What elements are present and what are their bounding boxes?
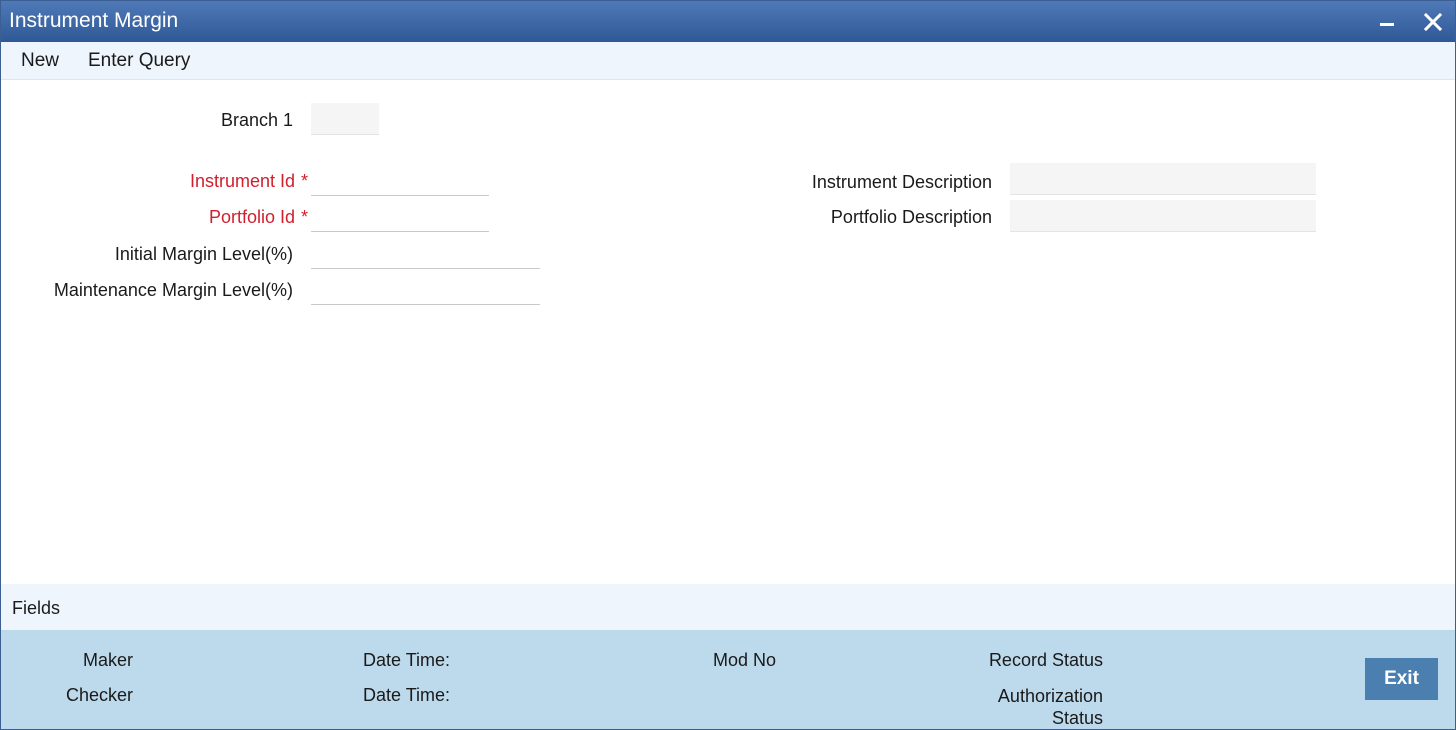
maker-date-time-label: Date Time: bbox=[363, 650, 451, 670]
initial-margin-level-label: Initial Margin Level(%) bbox=[114, 244, 293, 264]
fields-section-title[interactable]: Fields bbox=[12, 598, 60, 619]
portfolio-id-label: Portfolio Id * bbox=[208, 207, 308, 227]
close-icon bbox=[1424, 12, 1442, 31]
portfolio-id-field[interactable] bbox=[311, 200, 489, 232]
audit-footer: Maker Checker Date Time: Date Time: Mod … bbox=[1, 630, 1455, 729]
portfolio-description-label: Portfolio Description bbox=[830, 207, 992, 227]
minimize-button[interactable] bbox=[1369, 1, 1405, 42]
instrument-id-field[interactable] bbox=[311, 164, 489, 196]
maintenance-margin-level-field[interactable] bbox=[311, 273, 540, 305]
title-bar: Instrument Margin bbox=[1, 1, 1455, 42]
checker-label: Checker bbox=[65, 685, 133, 705]
instrument-description-label: Instrument Description bbox=[811, 172, 992, 192]
initial-margin-level-field[interactable] bbox=[311, 237, 540, 269]
enter-query-menu-item[interactable]: Enter Query bbox=[88, 50, 190, 72]
mod-no-label: Mod No bbox=[713, 650, 777, 670]
checker-date-time-label: Date Time: bbox=[363, 685, 451, 705]
window-title: Instrument Margin bbox=[9, 9, 179, 32]
portfolio-description-field[interactable] bbox=[1010, 200, 1316, 232]
authorization-status-label: Authorization Status bbox=[997, 686, 1103, 728]
fields-section: Fields bbox=[1, 584, 1455, 630]
branch-label: Branch 1 bbox=[220, 110, 293, 130]
maker-label: Maker bbox=[82, 650, 133, 670]
instrument-id-label: Instrument Id * bbox=[189, 171, 308, 191]
required-star: * bbox=[300, 171, 308, 191]
maintenance-margin-level-label: Maintenance Margin Level(%) bbox=[53, 280, 293, 300]
branch-field[interactable] bbox=[311, 103, 379, 135]
menu-bar: New Enter Query bbox=[1, 42, 1455, 80]
minimize-icon bbox=[1380, 22, 1394, 26]
record-status-label: Record Status bbox=[988, 650, 1103, 670]
close-button[interactable] bbox=[1415, 1, 1451, 42]
required-star: * bbox=[300, 207, 308, 227]
exit-button[interactable]: Exit bbox=[1365, 658, 1438, 700]
instrument-margin-window: Instrument Margin New Enter Query Branch… bbox=[0, 0, 1456, 730]
instrument-description-field[interactable] bbox=[1010, 163, 1316, 195]
new-menu-item[interactable]: New bbox=[21, 50, 59, 72]
